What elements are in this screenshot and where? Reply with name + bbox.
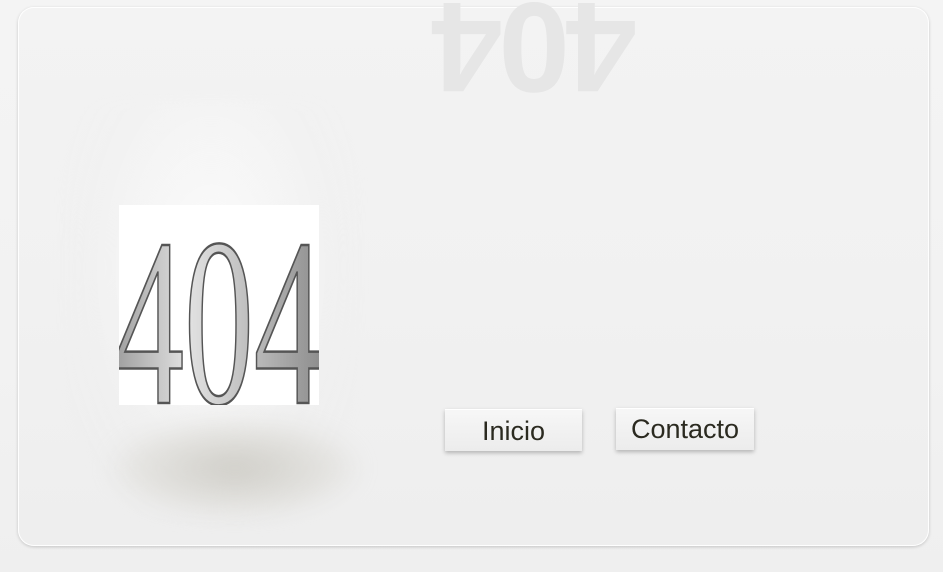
- logo-reflection: [110, 418, 360, 518]
- inicio-button[interactable]: Inicio: [445, 409, 582, 451]
- error-404-logo: 404: [119, 205, 319, 405]
- mirrored-404-watermark: 404: [435, 0, 637, 106]
- contacto-button[interactable]: Contacto: [616, 408, 754, 450]
- error-404-logo-graphic: 404: [119, 205, 319, 405]
- error-page: 404 404 Inicio Contacto: [0, 0, 943, 572]
- logo-404-text: 404: [119, 205, 319, 405]
